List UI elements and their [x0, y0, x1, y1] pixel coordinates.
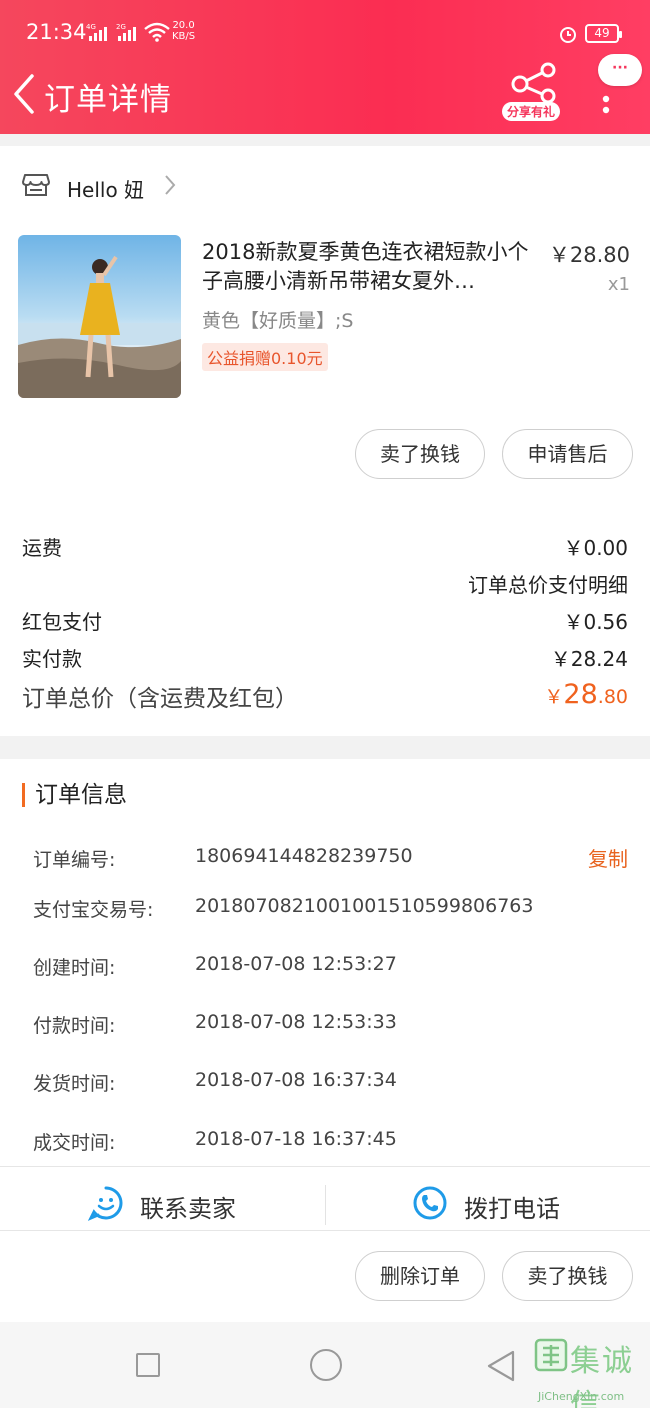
shop-name: Hello 妞: [67, 178, 145, 202]
contact-bar: 联系卖家 拨打电话: [0, 1166, 650, 1230]
info-key: 成交时间:: [33, 1132, 116, 1154]
svg-text:2G: 2G: [116, 23, 126, 31]
svg-text:4G: 4G: [86, 23, 96, 31]
product-price: ￥28.80: [548, 243, 630, 267]
signal-icon: 4G 2G: [86, 22, 142, 45]
watermark: 集诚信 JiChengXin.com: [534, 1336, 650, 1408]
share-badge: 分享有礼: [502, 102, 561, 121]
info-value: 2018070821001001510599806763: [195, 895, 534, 917]
chevron-right-icon: [162, 173, 178, 201]
net-speed-unit: KB/S: [172, 31, 196, 42]
header-bar: 21:34 4G 2G 20.0 KB/S 49 订单详情 分享有礼 ···: [0, 0, 650, 134]
order-info-title: 订单信息: [22, 783, 127, 807]
chat-face-icon: [87, 1185, 124, 1225]
product-quantity: x1: [607, 274, 630, 295]
redpacket-label: 红包支付: [22, 610, 102, 634]
shipping-value: ￥0.00: [563, 536, 628, 560]
info-value: 2018-07-08 12:53:33: [195, 1011, 397, 1033]
info-key: 创建时间:: [33, 957, 116, 979]
shipping-label: 运费: [22, 536, 62, 560]
status-bar: 21:34 4G 2G 20.0 KB/S 49: [0, 0, 650, 60]
store-icon: [22, 172, 50, 202]
bottom-actions: 删除订单 卖了换钱: [0, 1230, 650, 1322]
info-value: 2018-07-18 16:37:45: [195, 1128, 397, 1150]
sell-exchange-button[interactable]: 卖了换钱: [355, 429, 485, 479]
info-value: 2018-07-08 16:37:34: [195, 1069, 397, 1091]
divider: [325, 1185, 326, 1225]
paid-label: 实付款: [22, 647, 82, 671]
product-image[interactable]: [18, 235, 181, 398]
payment-breakdown-link[interactable]: 订单总价支付明细: [468, 569, 628, 598]
watermark-url: JiChengXin.com: [538, 1390, 625, 1403]
info-key: 发货时间:: [33, 1073, 116, 1095]
total-int: 28: [563, 679, 598, 710]
after-sale-button[interactable]: 申请售后: [502, 429, 633, 479]
back-arrow-icon[interactable]: [8, 72, 44, 116]
sell-exchange-button[interactable]: 卖了换钱: [502, 1251, 633, 1301]
alarm-icon: [558, 24, 578, 48]
total-dec: .80: [597, 686, 628, 708]
total-currency: ￥: [544, 686, 564, 708]
info-value: 180694144828239750: [195, 845, 413, 867]
contact-seller-label: 联系卖家: [140, 1195, 236, 1223]
page-title: 订单详情: [44, 82, 172, 118]
total-label: 订单总价（含运费及红包）: [22, 686, 298, 712]
home-icon[interactable]: [310, 1349, 342, 1381]
battery-indicator: 49: [585, 24, 622, 43]
status-time: 21:34: [26, 20, 87, 44]
info-key: 订单编号:: [33, 849, 116, 871]
call-phone-label: 拨打电话: [464, 1195, 560, 1223]
product-spec: 黄色【好质量】;S: [202, 310, 354, 332]
redpacket-value: ￥0.56: [563, 610, 628, 634]
share-button[interactable]: 分享有礼: [500, 62, 566, 126]
watermark-logo-icon: [534, 1338, 568, 1376]
shop-row[interactable]: Hello 妞: [0, 166, 650, 206]
net-speed: 20.0 KB/S: [172, 20, 195, 42]
more-menu-icon[interactable]: [598, 75, 614, 115]
total-value: ￥28.80: [544, 679, 628, 710]
charity-badge: 公益捐赠0.10元: [202, 343, 328, 371]
net-speed-value: 20.0: [172, 20, 195, 31]
copy-button[interactable]: 复制: [588, 843, 628, 872]
delete-order-button[interactable]: 删除订单: [355, 1251, 485, 1301]
recents-icon[interactable]: [136, 1353, 160, 1377]
info-key: 支付宝交易号:: [33, 899, 154, 921]
info-key: 付款时间:: [33, 1015, 116, 1037]
info-value: 2018-07-08 12:53:27: [195, 953, 397, 975]
order-info-card: 订单信息 订单编号: 180694144828239750 复制 支付宝交易号:…: [0, 759, 650, 1179]
product-title[interactable]: 2018新款夏季黄色连衣裙短款小个子高腰小清新吊带裙女夏外…: [202, 238, 532, 296]
nav-back-icon[interactable]: [486, 1349, 516, 1387]
product-card: Hello 妞 2018新款夏季黄色连衣裙短款小个子高腰小清新吊带裙女夏外… ￥…: [0, 146, 650, 736]
paid-value: ￥28.24: [550, 647, 628, 671]
wifi-icon: [144, 22, 170, 46]
phone-icon: [412, 1185, 448, 1225]
